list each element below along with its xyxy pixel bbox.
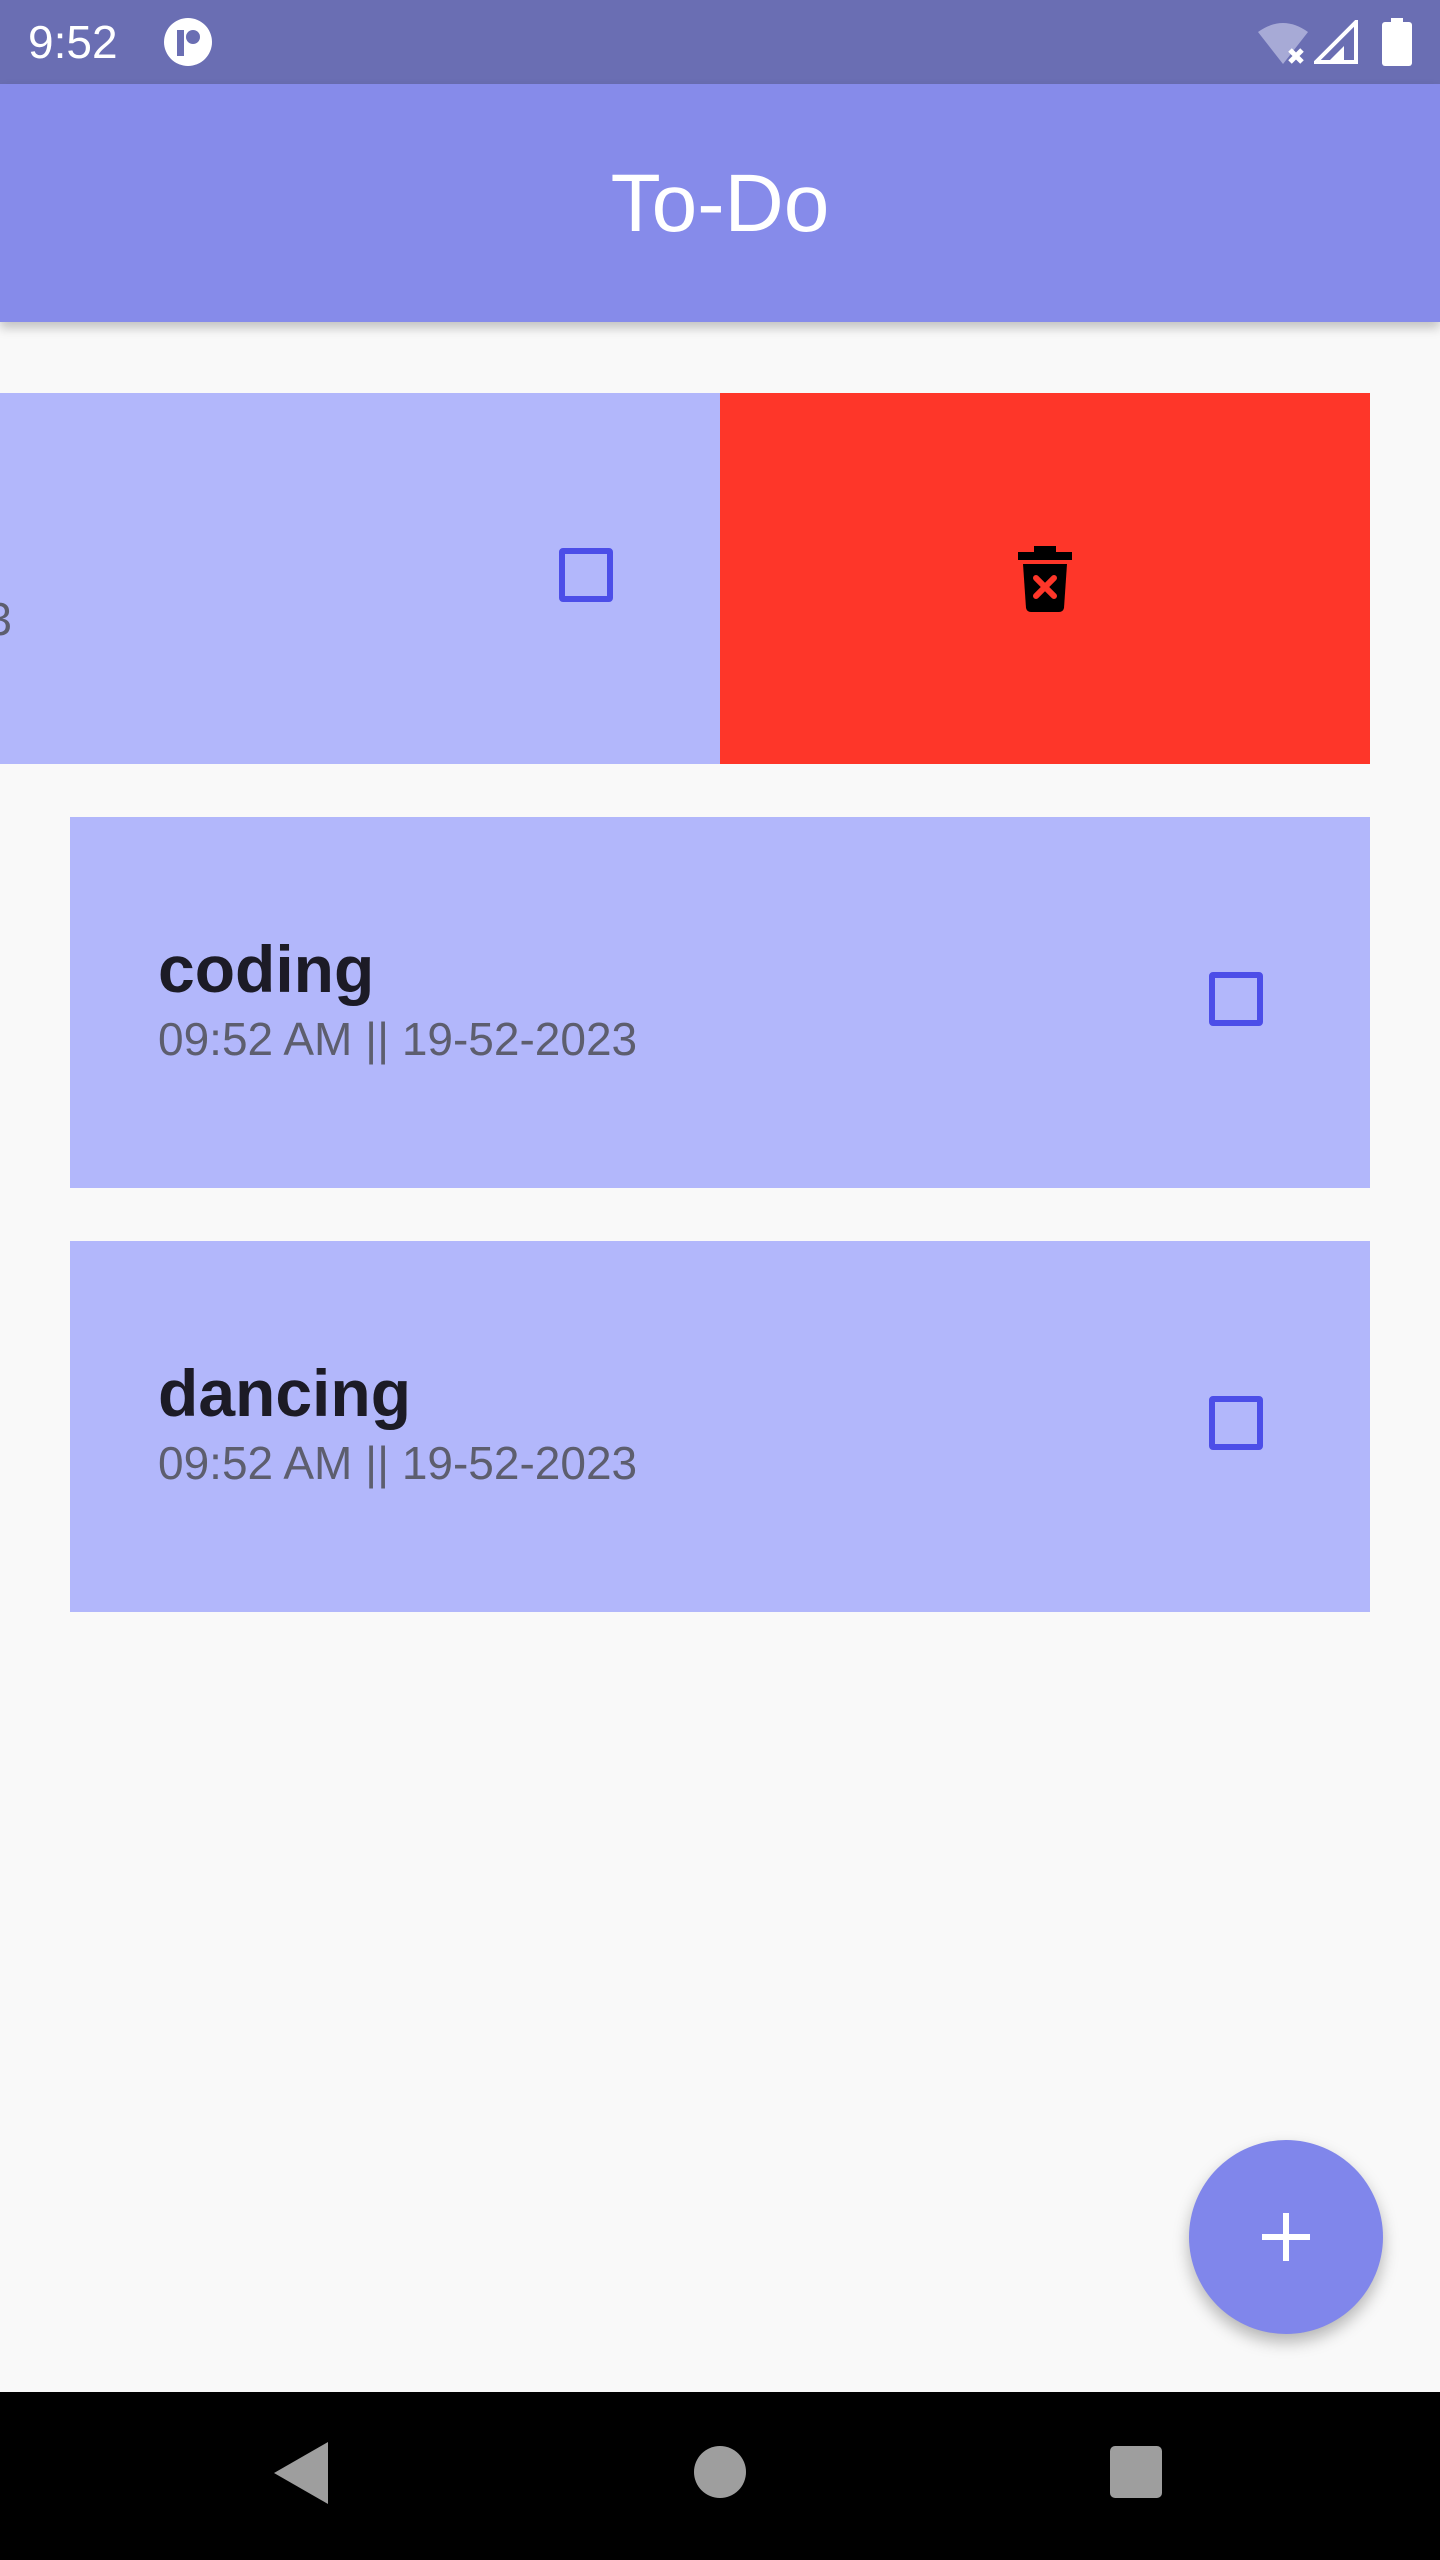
task-date: 3 <box>0 591 12 647</box>
task-title: dancing <box>158 1356 412 1430</box>
back-icon[interactable] <box>274 2442 328 2504</box>
task-card[interactable]: dancing 09:52 AM || 19-52-2023 <box>70 1241 1370 1612</box>
cell-signal-icon <box>1314 20 1358 64</box>
delete-swipe-action[interactable] <box>720 393 1370 764</box>
task-title: coding <box>158 932 375 1006</box>
delete-forever-icon <box>1018 546 1072 612</box>
wifi-off-icon <box>1258 23 1308 64</box>
task-date: 09:52 AM || 19-52-2023 <box>158 1437 638 1489</box>
swiped-task-row[interactable]: 3 <box>0 393 1370 764</box>
page-title: To-Do <box>610 158 830 249</box>
battery-icon <box>1382 18 1412 66</box>
add-task-button[interactable] <box>1189 2140 1383 2334</box>
task-checkbox[interactable] <box>1209 1396 1263 1450</box>
status-time: 9:52 <box>28 16 118 68</box>
task-date: 09:52 AM || 19-52-2023 <box>158 1013 638 1065</box>
system-nav-bar <box>0 2392 1440 2560</box>
home-icon[interactable] <box>694 2446 746 2498</box>
task-card[interactable]: coding 09:52 AM || 19-52-2023 <box>70 817 1370 1188</box>
plus-icon <box>1262 2213 1310 2261</box>
recents-icon[interactable] <box>1110 2446 1162 2498</box>
swiped-task-card[interactable]: 3 <box>0 393 720 764</box>
task-checkbox[interactable] <box>559 548 613 602</box>
status-bar: 9:52 <box>0 0 1440 84</box>
app-notification-icon <box>164 18 212 66</box>
task-checkbox[interactable] <box>1209 972 1263 1026</box>
app-bar: To-Do <box>0 84 1440 322</box>
